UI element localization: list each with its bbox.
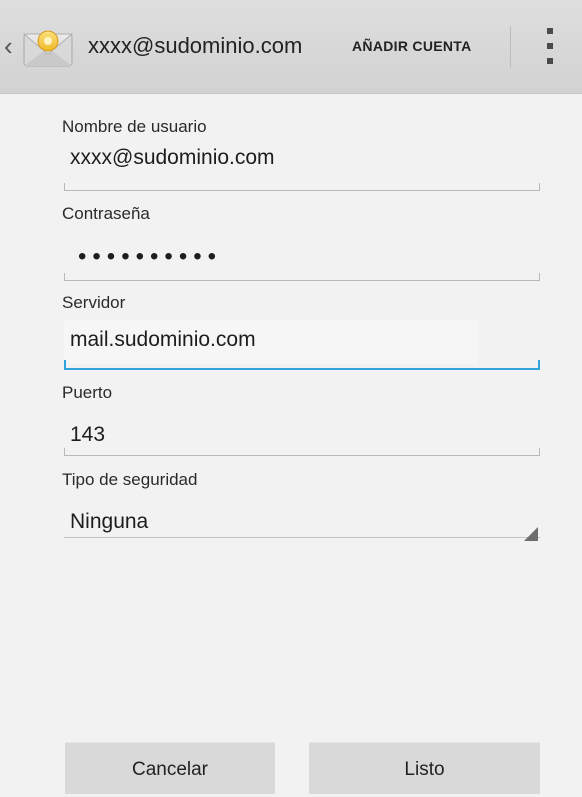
up-navigation[interactable]: ‹ bbox=[0, 18, 86, 76]
port-underline bbox=[64, 448, 540, 456]
action-bar-divider bbox=[510, 26, 511, 68]
port-field[interactable]: 143 bbox=[70, 423, 105, 447]
password-underline bbox=[64, 273, 540, 281]
add-account-button[interactable]: AÑADIR CUENTA bbox=[352, 38, 472, 54]
action-bar: ‹ xxxx@sudominio.com AÑADIR CUENTA bbox=[0, 0, 582, 94]
server-field[interactable]: mail.sudominio.com bbox=[70, 328, 256, 352]
security-type-underline bbox=[64, 536, 540, 538]
done-button[interactable]: Listo bbox=[309, 742, 540, 794]
username-underline bbox=[64, 183, 540, 191]
username-label: Nombre de usuario bbox=[62, 117, 207, 136]
account-email-title: xxxx@sudominio.com bbox=[88, 33, 303, 58]
cancel-button[interactable]: Cancelar bbox=[65, 742, 275, 794]
username-field[interactable]: xxxx@sudominio.com bbox=[70, 146, 275, 170]
security-type-select[interactable]: Ninguna bbox=[70, 510, 148, 534]
email-envelope-icon bbox=[22, 30, 74, 67]
password-field[interactable]: •••••••••• bbox=[78, 243, 222, 271]
dropdown-corner-icon bbox=[524, 527, 538, 541]
server-underline-focused bbox=[64, 360, 540, 370]
port-label: Puerto bbox=[62, 383, 113, 402]
password-label: Contraseña bbox=[62, 204, 150, 223]
overflow-menu-icon[interactable] bbox=[536, 26, 566, 70]
chevron-left-icon: ‹ bbox=[4, 31, 13, 61]
security-type-label: Tipo de seguridad bbox=[62, 470, 198, 489]
server-label: Servidor bbox=[62, 293, 126, 312]
